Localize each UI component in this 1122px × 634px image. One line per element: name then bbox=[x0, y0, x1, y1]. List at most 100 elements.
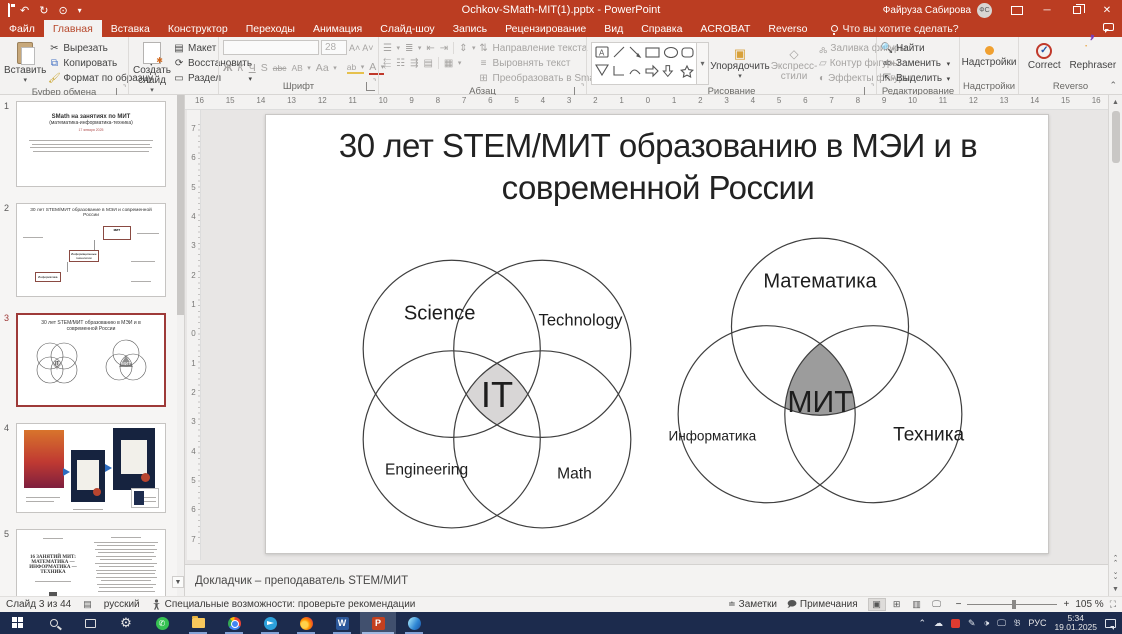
underline-button[interactable]: Ч bbox=[249, 62, 256, 74]
taskbar-telegram-button[interactable] bbox=[252, 612, 288, 634]
italic-button[interactable]: К bbox=[238, 62, 244, 74]
select-button[interactable]: ⇱Выделить bbox=[881, 72, 950, 85]
panel-scrollbar[interactable] bbox=[177, 95, 184, 596]
reading-view-button[interactable]: ▥ bbox=[908, 598, 926, 611]
addins-button[interactable]: Надстройки bbox=[964, 40, 1014, 68]
slide-5-thumbnail[interactable]: 16 ЗАНЯТИЙ МИТ: МАТЕМАТИКА — ИНФОРМАТИКА… bbox=[16, 529, 166, 596]
find-button[interactable]: 🔍Найти bbox=[881, 42, 950, 55]
scroll-down-button[interactable]: ▼ bbox=[1109, 582, 1122, 596]
venn-diagram-mit[interactable]: Математика Информатика Техника МИТ bbox=[654, 223, 986, 537]
zoom-out-button[interactable]: − bbox=[956, 599, 962, 610]
slide-canvas[interactable]: 765432101234567 30 лет STEM/МИТ образова… bbox=[185, 110, 1108, 560]
taskbar-search-button[interactable] bbox=[36, 612, 72, 634]
tab-home[interactable]: Главная bbox=[44, 20, 102, 37]
grow-font-button[interactable]: А˄ bbox=[349, 43, 360, 53]
arrange-button[interactable]: ▣ Упорядочить▾ bbox=[711, 40, 769, 82]
text-shadow-button[interactable]: S bbox=[261, 62, 268, 74]
quick-access-customize-button[interactable]: ▾ bbox=[78, 6, 82, 15]
taskbar-chrome-button[interactable] bbox=[216, 612, 252, 634]
slide-title-textbox[interactable]: 30 лет STEM/МИТ образованию в МЭИ и в со… bbox=[308, 125, 1008, 209]
scrollbar-thumb[interactable] bbox=[1112, 111, 1120, 163]
bullets-button[interactable]: ☰ bbox=[383, 43, 400, 54]
accessibility-checker[interactable]: Специальные возможности: проверьте реком… bbox=[152, 599, 416, 610]
bluetooth-icon[interactable]: 𝔅 bbox=[1014, 618, 1021, 629]
slide-3-thumbnail[interactable]: 30 лет STEM/МИТ образованию в МЭИ и в со… bbox=[16, 313, 166, 407]
tray-overflow-chevron[interactable]: ⌃ bbox=[918, 618, 926, 629]
change-case-button[interactable]: Аа bbox=[316, 62, 337, 74]
comments-icon[interactable] bbox=[1103, 23, 1114, 31]
save-button[interactable] bbox=[8, 4, 10, 16]
recording-icon[interactable] bbox=[951, 619, 960, 628]
pen-icon[interactable]: ✎ bbox=[968, 618, 976, 629]
notes-pane[interactable]: Докладчик – преподаватель STEM/МИТ bbox=[185, 564, 1108, 596]
correct-button[interactable]: ✓ Correct bbox=[1023, 40, 1066, 71]
replace-button[interactable]: abЗаменить bbox=[881, 57, 950, 70]
tab-file[interactable]: Файл bbox=[0, 20, 44, 37]
align-left-button[interactable]: ⬱ bbox=[383, 58, 391, 69]
columns-button[interactable]: ▦ bbox=[444, 58, 461, 69]
line-spacing-button[interactable]: ⇕ bbox=[459, 43, 475, 54]
scroll-up-button[interactable]: ▲ bbox=[1109, 95, 1122, 109]
highlight-color-button[interactable]: ab bbox=[347, 62, 364, 74]
taskbar-word-button[interactable]: W bbox=[324, 612, 360, 634]
undo-button[interactable]: ↶ bbox=[20, 4, 29, 17]
task-view-button[interactable] bbox=[72, 612, 108, 634]
tab-reverso[interactable]: Reverso bbox=[759, 20, 816, 37]
minimize-button[interactable]: ─ bbox=[1032, 0, 1062, 20]
previous-slide-button[interactable]: ⌃⌃ bbox=[1109, 554, 1122, 568]
avatar[interactable]: ФС bbox=[977, 3, 992, 18]
decrease-indent-button[interactable]: ⇤ bbox=[426, 43, 434, 54]
ribbon-display-options-button[interactable] bbox=[1002, 0, 1032, 20]
tab-design[interactable]: Конструктор bbox=[159, 20, 237, 37]
font-size-input[interactable]: 28 bbox=[321, 40, 347, 55]
taskbar-settings-button[interactable]: ⚙ bbox=[108, 612, 144, 634]
tab-slideshow[interactable]: Слайд-шоу bbox=[371, 20, 443, 37]
font-name-input[interactable] bbox=[223, 40, 319, 55]
zoom-in-button[interactable]: + bbox=[1063, 599, 1069, 610]
collapse-ribbon-button[interactable]: ⌃ bbox=[1109, 80, 1117, 91]
taskbar-firefox-button[interactable] bbox=[288, 612, 324, 634]
shrink-font-button[interactable]: А˅ bbox=[362, 43, 373, 53]
tab-view[interactable]: Вид bbox=[595, 20, 632, 37]
slideshow-view-button[interactable]: 🖵 bbox=[928, 598, 946, 611]
spellcheck-icon[interactable]: ▤ bbox=[83, 599, 92, 610]
fit-to-window-button[interactable]: ⛶ bbox=[1110, 599, 1116, 610]
taskbar-powerpoint-button[interactable]: P bbox=[360, 612, 396, 634]
notes-toggle-button[interactable]: ≐Заметки bbox=[728, 599, 777, 610]
close-button[interactable]: ✕ bbox=[1092, 0, 1122, 20]
zoom-slider-knob[interactable] bbox=[1012, 600, 1016, 609]
paste-button[interactable]: Вставить▾ bbox=[4, 40, 46, 86]
normal-view-button[interactable]: ▣ bbox=[868, 598, 886, 611]
volume-icon[interactable]: 🕩 bbox=[984, 618, 990, 629]
strikethrough-button[interactable]: abc bbox=[273, 63, 287, 73]
font-dialog-launcher[interactable] bbox=[366, 82, 375, 91]
tab-help[interactable]: Справка bbox=[632, 20, 691, 37]
bold-button[interactable]: Ж bbox=[223, 62, 233, 74]
slide-counter[interactable]: Слайд 3 из 44 bbox=[6, 599, 71, 610]
language-indicator[interactable]: русский bbox=[104, 599, 140, 610]
slide-4-thumbnail[interactable] bbox=[16, 423, 166, 513]
increase-indent-button[interactable]: ⇥ bbox=[440, 43, 448, 54]
zoom-slider[interactable] bbox=[967, 604, 1057, 605]
tab-animations[interactable]: Анимация bbox=[304, 20, 371, 37]
taskbar-explorer-button[interactable] bbox=[180, 612, 216, 634]
comments-toggle-button[interactable]: 🗩Примечания bbox=[787, 597, 858, 613]
venn-diagram-stem[interactable]: Science Technology Engineering Math IT bbox=[336, 223, 658, 537]
start-button[interactable] bbox=[0, 612, 36, 634]
next-slide-button[interactable]: ⌄⌄ bbox=[1109, 568, 1122, 582]
new-slide-button[interactable]: Создать слайд▾ bbox=[133, 40, 171, 96]
justify-button[interactable]: ▤ bbox=[423, 58, 432, 69]
taskbar-edge-button[interactable] bbox=[396, 612, 432, 634]
language-switcher[interactable]: РУС bbox=[1028, 618, 1046, 628]
quick-styles-button[interactable]: ◇ Экспресс- стили bbox=[771, 40, 817, 82]
touch-mode-button[interactable]: ⊙ bbox=[58, 4, 67, 17]
clock[interactable]: 5:34 19.01.2025 bbox=[1054, 614, 1097, 632]
slide-2-thumbnail[interactable]: 30 лет STEM/МИТ образование в МЭИ и совр… bbox=[16, 203, 166, 297]
align-right-button[interactable]: ⇶ bbox=[410, 58, 418, 69]
taskbar-whatsapp-button[interactable]: ✆ bbox=[144, 612, 180, 634]
tab-review[interactable]: Рецензирование bbox=[496, 20, 595, 37]
onedrive-icon[interactable]: ☁ bbox=[934, 618, 943, 629]
shapes-gallery[interactable]: А bbox=[591, 42, 697, 85]
panel-scrollbar-thumb[interactable] bbox=[177, 95, 184, 315]
vertical-scrollbar[interactable]: ▲ ⌃⌃ ⌄⌄ ▼ bbox=[1108, 95, 1122, 596]
